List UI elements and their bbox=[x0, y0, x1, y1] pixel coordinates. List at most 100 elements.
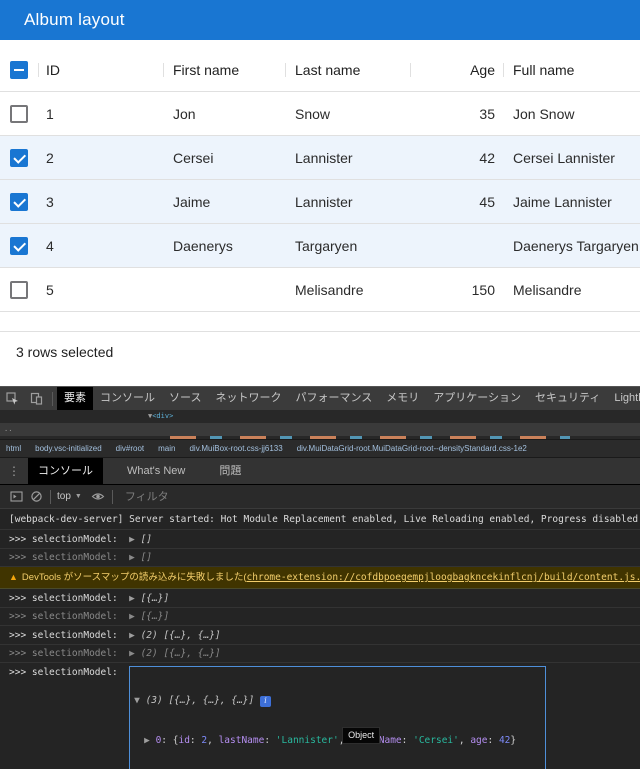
cell-age bbox=[410, 224, 495, 268]
breadcrumb-item[interactable]: div#root bbox=[116, 444, 144, 453]
table-row[interactable]: 5 Melisandre 150 Melisandre bbox=[0, 268, 640, 312]
tab-memory[interactable]: メモリ bbox=[379, 387, 426, 410]
column-header-fullname[interactable]: Full name bbox=[513, 48, 638, 92]
breadcrumb-item[interactable]: body.vsc-initialized bbox=[35, 444, 102, 453]
array-preview-line[interactable]: ▼ (3) [{…}, {…}, {…}] i bbox=[134, 694, 539, 709]
table-row[interactable]: 2 Cersei Lannister 42 Cersei Lannister bbox=[0, 136, 640, 180]
drawer-tab-whats-new[interactable]: What's New bbox=[117, 458, 195, 484]
drawer-tab-issues[interactable]: 問題 bbox=[209, 458, 251, 484]
cell-age: 42 bbox=[410, 136, 495, 180]
cell-last: Snow bbox=[295, 92, 403, 136]
divider bbox=[52, 392, 53, 406]
tab-lighthouse[interactable]: Lighthouse bbox=[607, 387, 640, 410]
cell-age: 150 bbox=[410, 268, 495, 312]
cell-last: Lannister bbox=[295, 136, 403, 180]
console-log-row[interactable]: >>> selectionModel: ▶ [{…}] bbox=[0, 608, 640, 627]
expanded-array-box[interactable]: ▼ (3) [{…}, {…}, {…}] i ▶ 0: {id: 2, las… bbox=[129, 666, 546, 769]
cell-first bbox=[173, 268, 278, 312]
cell-id: 1 bbox=[46, 92, 156, 136]
array-item-line[interactable]: ▶ 0: {id: 2, lastName: 'Lannister', firs… bbox=[134, 734, 539, 749]
grid-footer-divider bbox=[0, 331, 640, 332]
cell-full: Jon Snow bbox=[513, 92, 638, 136]
column-separator[interactable] bbox=[503, 63, 504, 77]
column-separator[interactable] bbox=[38, 63, 39, 77]
cell-full: Cersei Lannister bbox=[513, 136, 638, 180]
row-checkbox[interactable] bbox=[10, 281, 28, 299]
elements-tree: ▼<div> ..▼<div class="MuiDataGrid-footer… bbox=[0, 410, 640, 439]
app-bar: Album layout bbox=[0, 0, 640, 40]
console-expanded-log[interactable]: >>> selectionModel: ▼ (3) [{…}, {…}, {…}… bbox=[0, 663, 640, 769]
dom-node-parent[interactable]: ▼<div> bbox=[0, 410, 640, 423]
selected-rows-status: 3 rows selected bbox=[16, 344, 113, 360]
console-messages: [webpack-dev-server] Server started: Hot… bbox=[0, 509, 640, 769]
breadcrumb-item[interactable]: main bbox=[158, 444, 175, 453]
row-checkbox[interactable] bbox=[10, 149, 28, 167]
overflow-hint: .. bbox=[4, 423, 12, 436]
dom-node-tag: <div> bbox=[152, 412, 173, 420]
inspect-element-icon[interactable] bbox=[0, 387, 24, 410]
breadcrumb-item[interactable]: html bbox=[6, 444, 21, 453]
console-log-row[interactable]: >>> selectionModel: ▶ (2) [{…}, {…}] bbox=[0, 645, 640, 664]
divider bbox=[50, 490, 51, 504]
cell-id: 4 bbox=[46, 224, 156, 268]
column-header-lastname[interactable]: Last name bbox=[295, 48, 403, 92]
table-row[interactable]: 4 Daenerys Targaryen Daenerys Targaryen bbox=[0, 224, 640, 268]
tab-security[interactable]: セキュリティ bbox=[528, 387, 607, 410]
warning-icon: ▲ bbox=[9, 572, 18, 582]
cell-id: 5 bbox=[46, 268, 156, 312]
tab-network[interactable]: ネットワーク bbox=[208, 387, 288, 410]
console-toolbar: top ▼ bbox=[0, 485, 640, 509]
cell-last: Lannister bbox=[295, 180, 403, 224]
kebab-menu-icon[interactable]: ⋮ bbox=[8, 464, 20, 478]
chevron-down-icon[interactable]: ▼ bbox=[75, 493, 82, 500]
cell-full: Jaime Lannister bbox=[513, 180, 638, 224]
divider bbox=[112, 490, 113, 504]
breadcrumb-item[interactable]: div.MuiDataGrid-root.MuiDataGrid-root--d… bbox=[297, 444, 527, 453]
drawer-tab-console[interactable]: コンソール bbox=[28, 458, 103, 484]
device-toolbar-icon[interactable] bbox=[24, 387, 48, 410]
column-header-firstname[interactable]: First name bbox=[173, 48, 278, 92]
cell-first: Cersei bbox=[173, 136, 278, 180]
cell-first: Jaime bbox=[173, 180, 278, 224]
filter-input[interactable] bbox=[125, 491, 425, 503]
table-row[interactable]: 3 Jaime Lannister 45 Jaime Lannister bbox=[0, 180, 640, 224]
devtools-tab-bar: 要素 コンソール ソース ネットワーク パフォーマンス メモリ アプリケーション… bbox=[0, 387, 640, 410]
cell-last: Melisandre bbox=[295, 268, 403, 312]
row-checkbox[interactable] bbox=[10, 193, 28, 211]
console-log-row[interactable]: >>> selectionModel: ▶ [] bbox=[0, 549, 640, 568]
table-row[interactable]: 1 Jon Snow 35 Jon Snow bbox=[0, 92, 640, 136]
column-header-id[interactable]: ID bbox=[46, 48, 156, 92]
console-log-row[interactable]: >>> selectionModel: ▶ (2) [{…}, {…}] bbox=[0, 626, 640, 645]
cell-first: Jon bbox=[173, 92, 278, 136]
cell-first: Daenerys bbox=[173, 224, 278, 268]
tab-performance[interactable]: パフォーマンス bbox=[288, 387, 379, 410]
cell-full: Melisandre bbox=[513, 268, 638, 312]
row-checkbox[interactable] bbox=[10, 237, 28, 255]
column-separator[interactable] bbox=[285, 63, 286, 77]
column-separator[interactable] bbox=[410, 63, 411, 77]
dom-node-selected[interactable]: ..▼<div class="MuiDataGrid-footerContain… bbox=[0, 423, 640, 436]
grid-header-row: ID First name Last name Age Full name bbox=[0, 48, 640, 92]
context-selector[interactable]: top bbox=[57, 491, 71, 502]
breadcrumb-item[interactable]: div.MuiBox-root.css-jj6133 bbox=[189, 444, 282, 453]
tab-console[interactable]: コンソール bbox=[93, 387, 162, 410]
console-drawer-tab-bar: ⋮ コンソール What's New 問題 bbox=[0, 458, 640, 485]
cell-id: 3 bbox=[46, 180, 156, 224]
clear-console-icon[interactable] bbox=[26, 487, 46, 507]
select-all-checkbox[interactable] bbox=[10, 61, 28, 79]
console-log-row: [webpack-dev-server] Server started: Hot… bbox=[0, 509, 640, 530]
log-prefix: >>> selectionModel: bbox=[9, 666, 129, 769]
console-log-row[interactable]: >>> selectionModel: ▶ [] bbox=[0, 530, 640, 549]
column-header-age[interactable]: Age bbox=[410, 48, 495, 92]
tab-sources[interactable]: ソース bbox=[162, 387, 208, 410]
cell-age: 35 bbox=[410, 92, 495, 136]
console-sidebar-icon[interactable] bbox=[6, 487, 26, 507]
tab-application[interactable]: アプリケーション bbox=[426, 387, 528, 410]
row-checkbox[interactable] bbox=[10, 105, 28, 123]
tab-elements[interactable]: 要素 bbox=[57, 387, 93, 410]
page-title: Album layout bbox=[24, 10, 125, 30]
console-log-row[interactable]: >>> selectionModel: ▶ [{…}] bbox=[0, 589, 640, 608]
console-warning-row[interactable]: ▲DevTools がソースマップの読み込みに失敗しました(chrome-ext… bbox=[0, 567, 640, 589]
column-separator[interactable] bbox=[163, 63, 164, 77]
eye-icon[interactable] bbox=[88, 487, 108, 507]
